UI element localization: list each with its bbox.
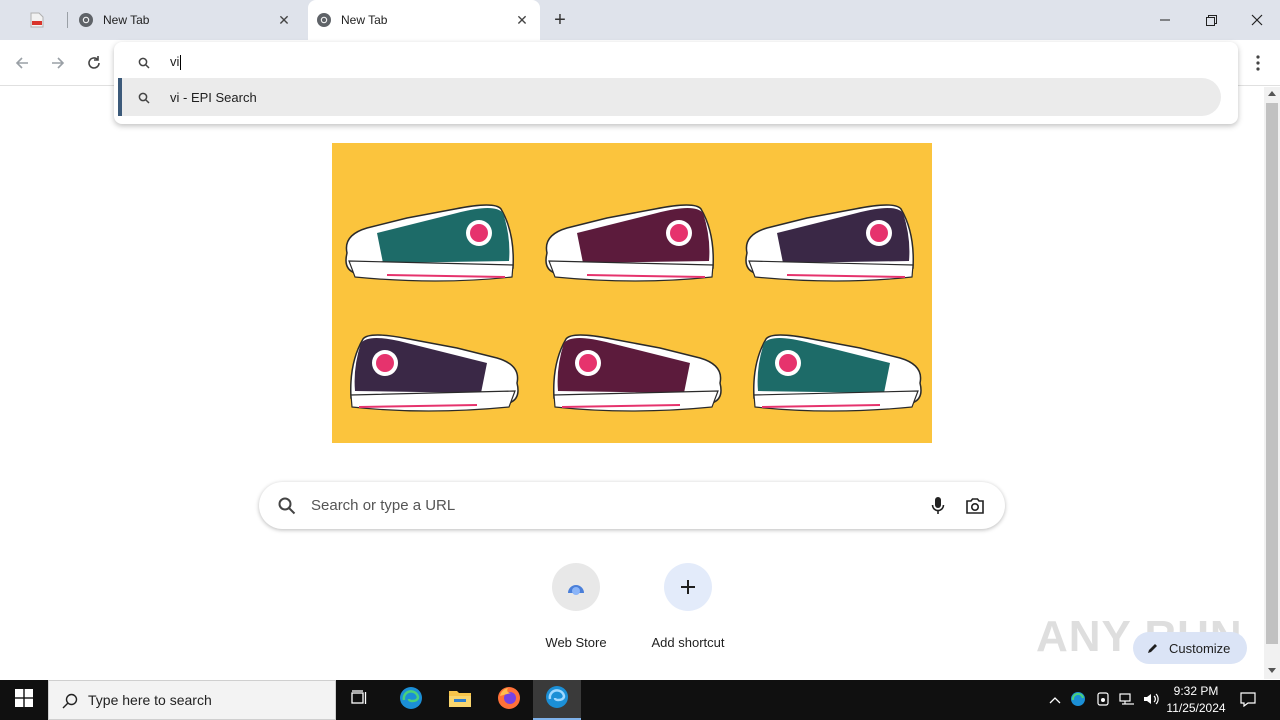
taskbar-edge-active[interactable] <box>533 680 581 720</box>
search-placeholder: Search or type a URL <box>311 497 456 514</box>
task-view-button[interactable] <box>336 680 384 720</box>
omnibox-input-value: vi <box>170 54 180 69</box>
minimize-button[interactable] <box>1142 0 1188 40</box>
taskbar-search[interactable]: Type here to search <box>48 680 336 720</box>
camera-icon[interactable] <box>965 497 985 520</box>
action-center-button[interactable] <box>1232 680 1264 720</box>
omnibox-suggestion[interactable]: vi - EPI Search <box>118 78 1221 116</box>
customize-button[interactable]: Customize <box>1133 632 1247 664</box>
menu-button[interactable] <box>1247 52 1269 74</box>
clock-date: 11/25/2024 <box>1166 701 1226 715</box>
close-window-button[interactable] <box>1234 0 1280 40</box>
firefox-icon <box>497 686 521 715</box>
taskbar-file-explorer[interactable] <box>436 680 484 720</box>
network-icon <box>1119 692 1135 709</box>
selection-indicator <box>118 78 122 116</box>
new-tab-button[interactable]: + <box>549 9 571 31</box>
suggestion-text: vi - EPI Search <box>170 90 257 105</box>
sneakers-illustration <box>345 204 922 412</box>
back-button[interactable] <box>11 52 33 74</box>
customize-label: Customize <box>1169 640 1231 656</box>
search-icon <box>138 56 150 74</box>
notification-icon <box>1240 691 1256 710</box>
shortcut-add[interactable]: Add shortcut <box>628 563 748 650</box>
web-store-icon <box>552 563 600 611</box>
device-icon <box>1096 691 1110 709</box>
taskbar-firefox[interactable] <box>485 680 533 720</box>
microphone-icon[interactable] <box>931 496 945 521</box>
speaker-icon <box>1143 692 1159 709</box>
chrome-icon <box>316 12 332 28</box>
edge-icon <box>399 686 423 715</box>
tab-pinned-pdf[interactable] <box>30 0 60 40</box>
scroll-up-arrow[interactable] <box>1268 91 1276 96</box>
pencil-icon <box>1147 642 1159 654</box>
taskbar-edge[interactable] <box>387 680 435 720</box>
task-view-icon <box>351 689 369 711</box>
shortcut-label: Web Store <box>545 635 607 650</box>
scrollbar-thumb[interactable] <box>1266 103 1278 644</box>
tab-new-tab-2[interactable]: New Tab ✕ <box>308 0 540 40</box>
clock-time: 9:32 PM <box>1173 684 1219 698</box>
search-icon <box>138 91 150 109</box>
shortcut-web-store[interactable]: Web Store <box>516 563 636 650</box>
reload-button[interactable] <box>83 52 105 74</box>
omnibox-dropdown: vi vi - EPI Search <box>114 42 1238 124</box>
search-icon <box>278 497 296 520</box>
forward-button[interactable] <box>47 52 69 74</box>
chevron-up-icon <box>1049 693 1061 707</box>
tab-title: New Tab <box>341 13 388 27</box>
close-icon[interactable]: ✕ <box>276 12 292 28</box>
tray-app[interactable] <box>1093 680 1113 720</box>
edge-icon <box>1070 691 1086 710</box>
tab-separator <box>67 12 68 28</box>
tray-network[interactable] <box>1117 680 1137 720</box>
restore-button[interactable] <box>1188 0 1234 40</box>
windows-icon <box>15 688 33 712</box>
edge-icon <box>545 685 569 714</box>
tray-edge[interactable] <box>1068 680 1088 720</box>
chrome-icon <box>78 12 94 28</box>
plus-icon <box>664 563 712 611</box>
search-icon <box>62 693 78 714</box>
tray-volume[interactable] <box>1141 680 1161 720</box>
taskbar-clock[interactable]: 9:32 PM 11/25/2024 <box>1160 683 1232 717</box>
tab-new-tab-1[interactable]: New Tab ✕ <box>70 0 302 40</box>
close-icon[interactable]: ✕ <box>514 12 530 28</box>
scroll-down-arrow[interactable] <box>1268 668 1276 673</box>
tray-overflow-chevron[interactable] <box>1046 680 1064 720</box>
folder-icon <box>448 688 472 713</box>
start-button[interactable] <box>0 680 48 720</box>
text-caret <box>180 55 182 71</box>
tab-title: New Tab <box>103 13 150 27</box>
shortcut-label: Add shortcut <box>651 635 725 650</box>
doodle-image[interactable] <box>332 143 932 443</box>
omnibox-input[interactable]: vi <box>170 54 182 71</box>
taskbar-search-placeholder: Type here to search <box>88 692 212 708</box>
pdf-icon <box>30 12 44 28</box>
ntp-search-box[interactable]: Search or type a URL <box>259 482 1005 529</box>
